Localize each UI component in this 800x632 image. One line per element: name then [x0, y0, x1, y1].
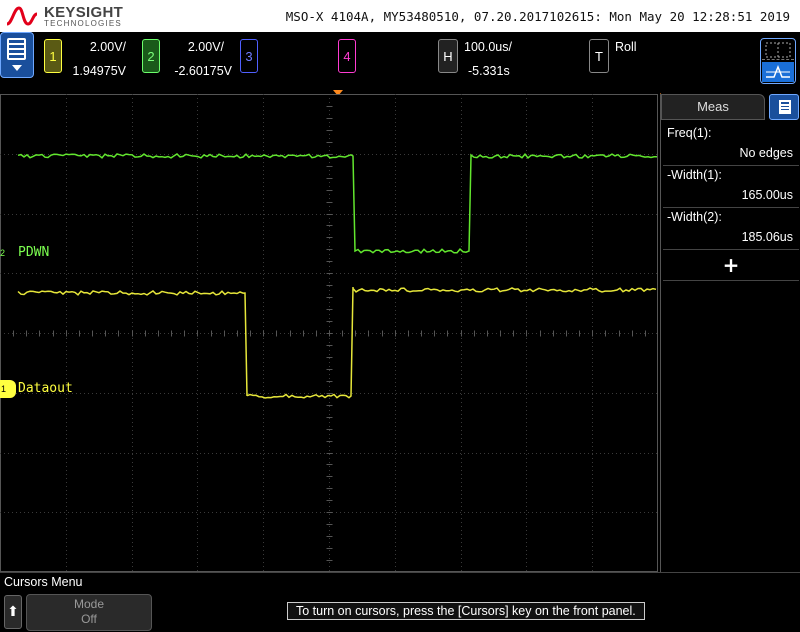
menu-icon-line [9, 43, 24, 45]
channel-3-button[interactable]: 3 [240, 39, 258, 73]
mode-label: Mode [73, 597, 105, 611]
brand-sub: TECHNOLOGIES [44, 19, 122, 28]
add-measurement-button[interactable]: + [663, 251, 799, 281]
channel-2-offset: -2.60175V [174, 64, 232, 78]
instrument-info: MSO-X 4104A, MY53480510, 07.20.201710261… [285, 9, 790, 24]
waveform-display[interactable] [0, 94, 659, 573]
hint-message: To turn on cursors, press the [Cursors] … [287, 602, 645, 620]
horizontal-scale: 100.0us/ [464, 40, 512, 54]
graticule [0, 94, 659, 573]
menu-icon-line [9, 53, 24, 55]
keysight-logo: KEYSIGHT TECHNOLOGIES [6, 4, 146, 30]
meas-name: -Width(1): [667, 168, 722, 182]
channel-2-ground-marker[interactable]: 2 [0, 244, 16, 262]
measurements-panel: Meas Freq(1): No edges -Width(1): 165.00… [660, 94, 800, 572]
horizontal-delay: -5.331s [468, 64, 510, 78]
edge-trigger-icon [762, 62, 794, 82]
list-icon-line [781, 110, 789, 112]
channel-2-label: PDWN [18, 245, 50, 260]
back-button[interactable]: ⬆ [4, 595, 22, 629]
meas-item-width-2[interactable]: -Width(2): 185.06us [663, 208, 799, 250]
mode-softkey[interactable]: Mode Off [26, 594, 152, 631]
menu-icon-line [9, 48, 24, 50]
channel-1-ground-marker[interactable]: 1 [0, 380, 16, 398]
chevron-down-icon [12, 65, 22, 71]
main-menu-button[interactable] [0, 32, 34, 78]
meas-item-freq-1[interactable]: Freq(1): No edges [663, 124, 799, 166]
keysight-wave-icon [6, 6, 38, 26]
channel-2-scale: 2.00V/ [187, 40, 224, 54]
meas-value: No edges [739, 146, 793, 160]
acquisition-button[interactable] [760, 38, 796, 84]
channel-1-scale: 2.00V/ [89, 40, 126, 54]
trigger-button[interactable]: T [589, 39, 609, 73]
meas-value: 185.06us [741, 230, 793, 244]
channel-2-button[interactable]: 2 [142, 39, 160, 73]
grid-icon [762, 40, 794, 60]
meas-menu-button[interactable] [769, 94, 799, 120]
horizontal-button[interactable]: H [438, 39, 458, 73]
channel-1-offset: 1.94975V [72, 64, 126, 78]
meas-name-text: Freq(1): [667, 126, 712, 140]
meas-item-width-1[interactable]: -Width(1): 165.00us [663, 166, 799, 208]
channel-1-button[interactable]: 1 [44, 39, 62, 73]
list-icon-line [781, 104, 789, 106]
channel-1-label: Dataout [18, 381, 73, 396]
header-bar: KEYSIGHT TECHNOLOGIES MSO-X 4104A, MY534… [0, 0, 800, 32]
meas-name: -Width(2): [667, 210, 722, 224]
menu-title: Cursors Menu [4, 575, 83, 589]
channel-bar: 1 2.00V/ 1.94975V 2 2.00V/ -2.60175V 3 4… [0, 32, 800, 90]
trigger-mode: Roll [615, 40, 637, 54]
list-icon-line [781, 107, 789, 109]
channel-4-button[interactable]: 4 [338, 39, 356, 73]
softkey-bar: Cursors Menu ⬆ Mode Off To turn on curso… [0, 572, 800, 632]
meas-name: Freq(1): [667, 126, 711, 140]
mode-value: Off [81, 612, 97, 626]
meas-tab[interactable]: Meas [661, 94, 765, 120]
meas-value: 165.00us [741, 188, 793, 202]
